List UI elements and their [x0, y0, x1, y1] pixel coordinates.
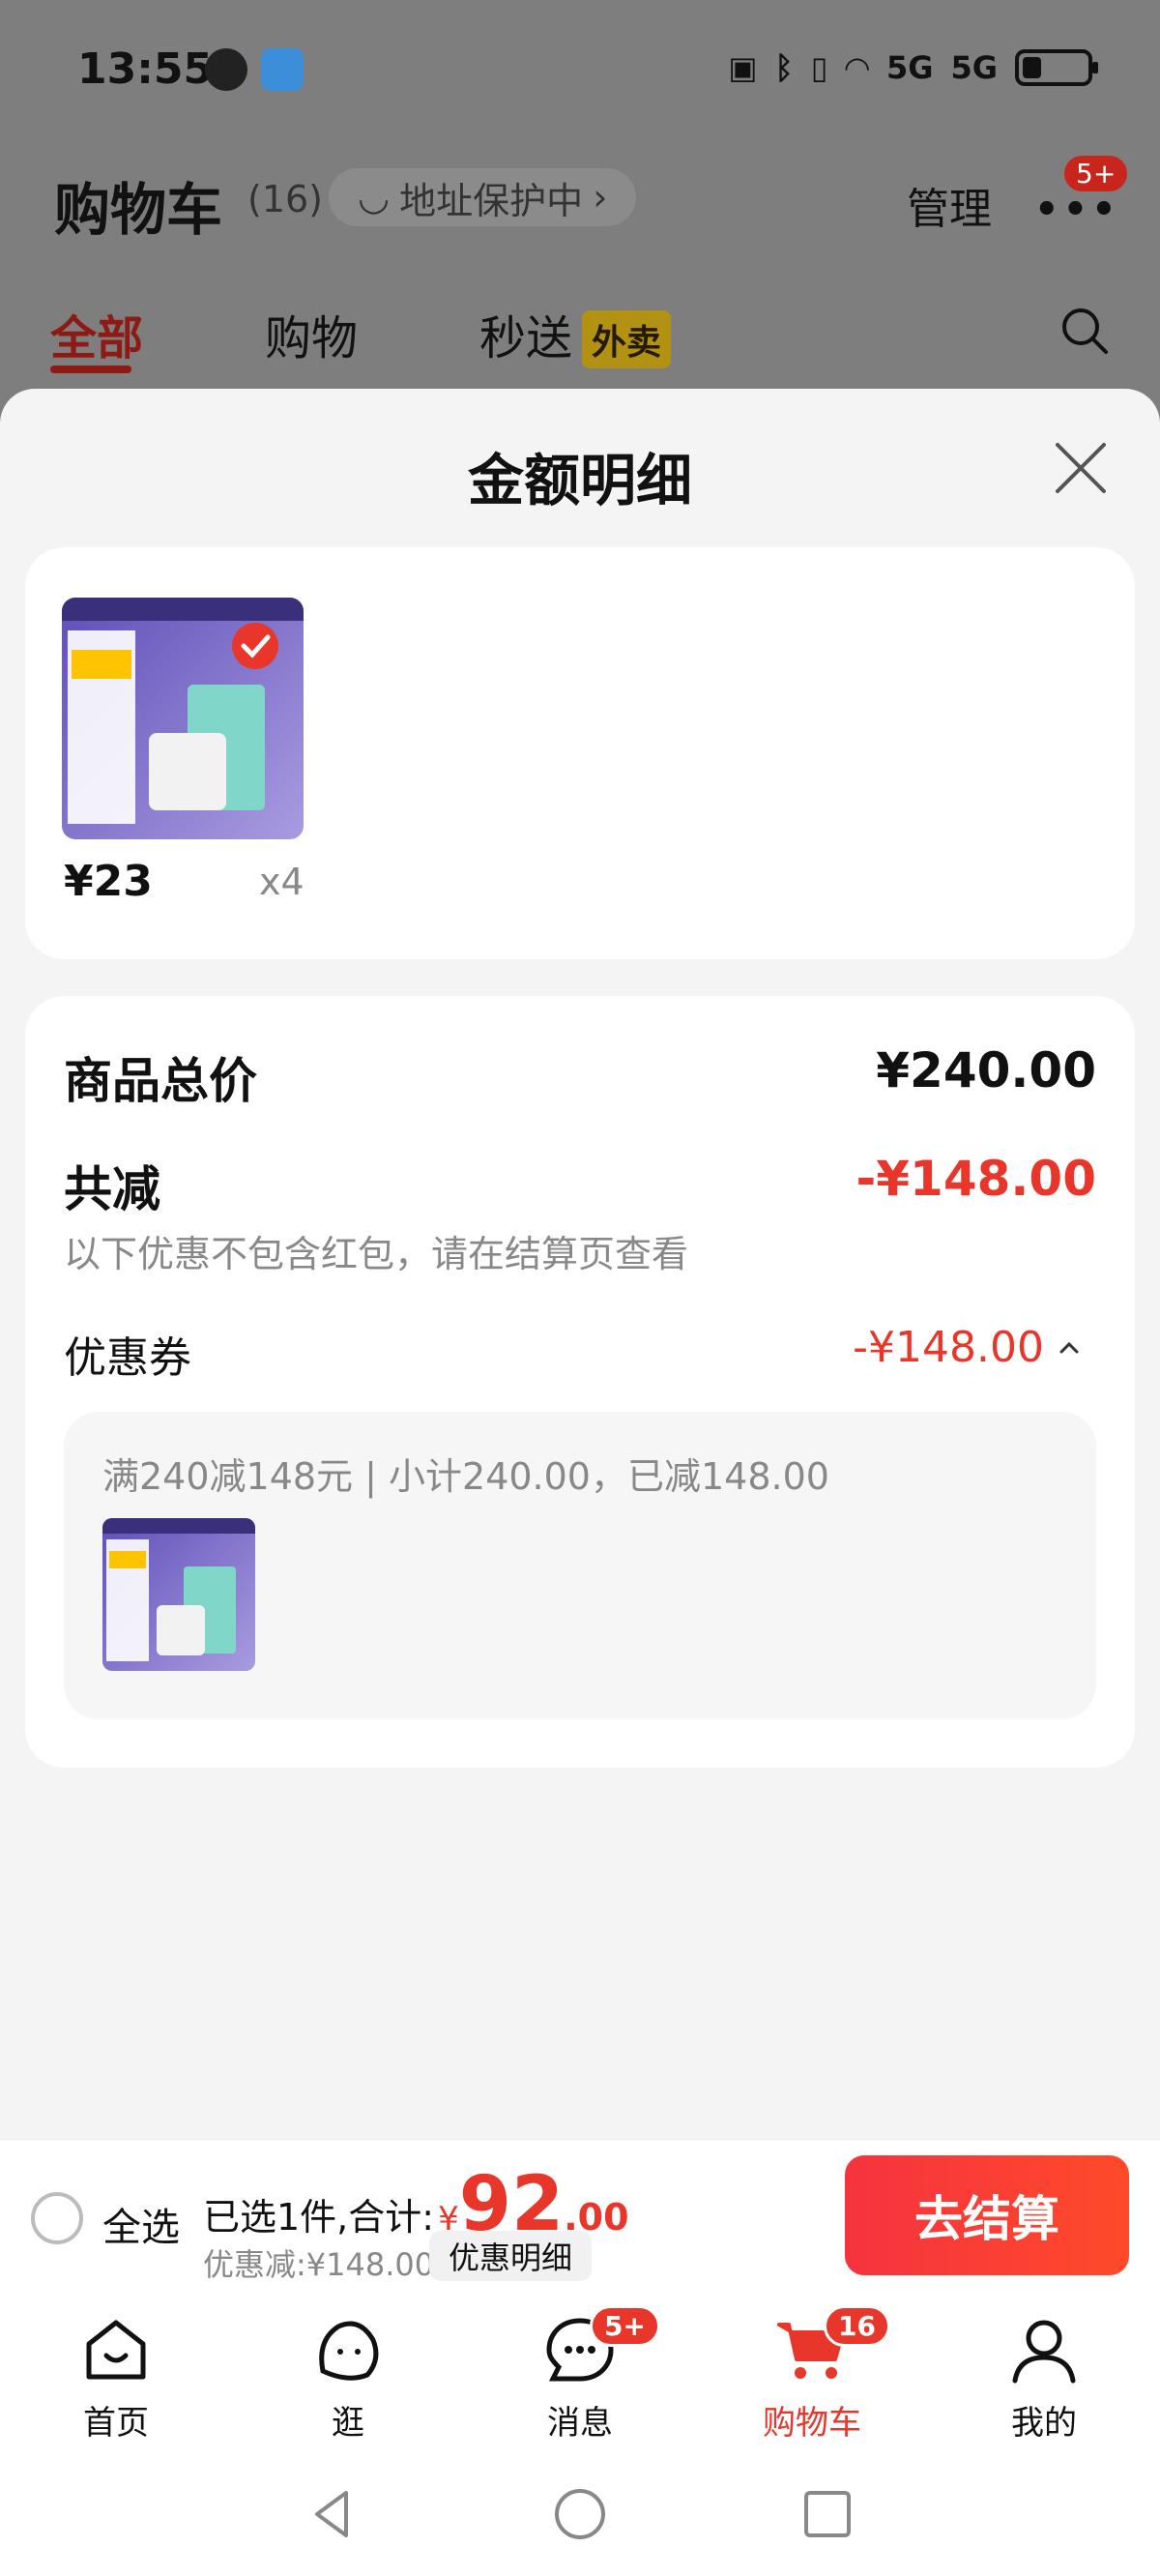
coupon-detail-box: 满240减148元 | 小计240.00，已减148.00	[64, 1412, 1096, 1719]
checkout-bar: 全选 已选1件,合计: ¥ 92 .00 优惠减:¥148.00 优惠明细 去结…	[0, 2139, 1160, 2298]
total-reduction-value: -¥148.00	[856, 1151, 1097, 1207]
discount-summary: 优惠减:¥148.00	[203, 2246, 435, 2283]
battery-icon	[1015, 49, 1098, 86]
coupon-detail-text: 满240减148元 | 小计240.00，已减148.00	[102, 1455, 829, 1498]
bottom-tab-bar: 首页 逛 消息 5+ 购物车 16 我的	[0, 2298, 1160, 2456]
profile-icon	[1012, 2320, 1076, 2384]
manage-button[interactable]: 管理	[907, 174, 992, 236]
tabbar-messages-label: 消息	[547, 2404, 613, 2443]
sheet-title: 金额明细	[467, 448, 692, 513]
back-icon[interactable]	[304, 2485, 362, 2543]
coupon-value: -¥148.00	[853, 1323, 1044, 1372]
tabbar-home-label: 首页	[83, 2404, 149, 2443]
tabbar-home[interactable]: 首页	[19, 2311, 213, 2444]
checkout-button[interactable]: 去结算	[845, 2155, 1129, 2275]
tabbar-messages[interactable]: 消息 5+	[483, 2305, 677, 2444]
address-protection-label: 地址保护中	[399, 179, 584, 222]
coupon-product-image	[102, 1518, 255, 1671]
chevron-up-icon	[1059, 1341, 1079, 1353]
discount-detail-button[interactable]: 优惠明细	[429, 2231, 593, 2281]
amount-detail-sheet: 金额明细 ¥23 x4 商品总价 ¥240.00 共减 -¥148.00 以下优…	[0, 389, 1160, 2139]
recents-icon[interactable]	[798, 2485, 856, 2543]
cart-count: (16)	[247, 178, 324, 220]
close-icon[interactable]	[1052, 439, 1110, 497]
summary-prefix: 已选1件,合计:	[203, 2196, 435, 2239]
price-detail-card: 商品总价 ¥240.00 共减 -¥148.00 以下优惠不包含红包，请在结算页…	[25, 996, 1135, 1768]
tab-shopping[interactable]: 购物	[265, 300, 358, 367]
tab-all[interactable]: 全部	[50, 300, 143, 367]
total-price-label: 商品总价	[64, 1053, 257, 1109]
tabbar-browse[interactable]: 逛	[251, 2311, 445, 2444]
message-app-icon	[261, 48, 304, 91]
product-price: ¥23	[64, 857, 153, 906]
home-nav-icon[interactable]	[551, 2485, 609, 2543]
tabbar-mine-label: 我的	[1011, 2404, 1077, 2443]
wifi-icon: ◠	[845, 49, 869, 86]
tabbar-browse-label: 逛	[332, 2404, 364, 2443]
cart-badge: 16	[824, 2305, 890, 2347]
tab-quick-label: 秒送	[479, 311, 573, 366]
product-image[interactable]	[62, 598, 304, 839]
tabbar-cart[interactable]: 购物车 16	[715, 2305, 909, 2444]
shield-icon: ◡	[358, 176, 391, 219]
vibrate-icon: ▯	[810, 49, 828, 86]
tab-active-indicator	[50, 366, 131, 373]
signal-5g-icon: 5G	[885, 49, 934, 86]
reduction-note: 以下优惠不包含红包，请在结算页查看	[64, 1233, 689, 1275]
product-quantity: x4	[259, 861, 304, 903]
signal-5g-icon: 5G	[950, 49, 998, 86]
page-title: 购物车	[54, 177, 223, 243]
nfc-icon: ▣	[728, 49, 758, 86]
status-bar: 13:55 ▣ ᛒ ▯ ◠ 5G 5G	[0, 0, 1160, 145]
value-app-icon	[205, 48, 247, 91]
total-price-value: ¥240.00	[876, 1042, 1096, 1098]
product-card: ¥23 x4	[25, 547, 1135, 959]
cart-tabs: 全部 购物 秒送 外卖	[0, 300, 1160, 377]
bluetooth-icon: ᛒ	[774, 49, 794, 86]
messages-badge: 5+	[590, 2305, 660, 2347]
tabbar-cart-label: 购物车	[763, 2404, 861, 2443]
total-reduction-label: 共减	[64, 1161, 160, 1217]
select-all-label[interactable]: 全选	[102, 2196, 180, 2252]
chevron-right-icon: ›	[593, 176, 608, 219]
more-badge: 5+	[1061, 153, 1131, 194]
system-nav-bar	[0, 2456, 1160, 2576]
coupon-label: 优惠券	[64, 1333, 191, 1383]
cart-header: 购物车 (16) ◡ 地址保护中 › 管理 ••• 5+ 全部 购物 秒送 外卖	[0, 145, 1160, 396]
takeout-badge: 外卖	[582, 310, 672, 368]
status-time: 13:55	[77, 44, 214, 94]
tab-quick-delivery[interactable]: 秒送 外卖	[479, 300, 672, 368]
coupon-toggle[interactable]: -¥148.00	[853, 1323, 1081, 1372]
home-icon	[86, 2320, 146, 2380]
browse-icon	[319, 2321, 379, 2381]
address-protection-pill[interactable]: ◡ 地址保护中 ›	[329, 168, 637, 226]
tabbar-mine[interactable]: 我的	[947, 2311, 1141, 2444]
search-icon[interactable]	[1059, 306, 1110, 356]
select-all-radio[interactable]	[31, 2192, 83, 2244]
